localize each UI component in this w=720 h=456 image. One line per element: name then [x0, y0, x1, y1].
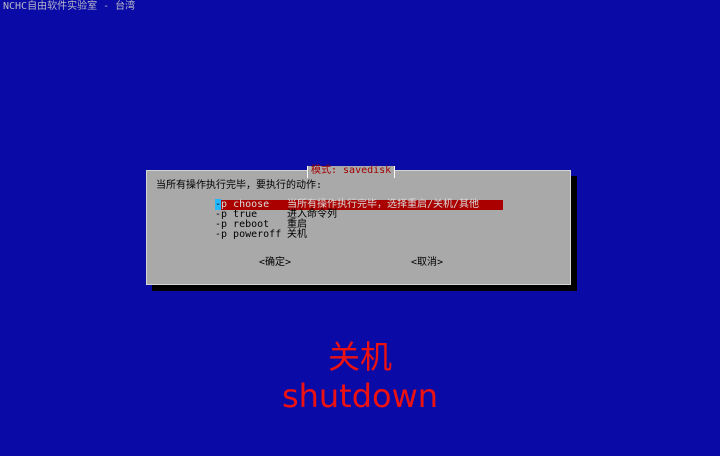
menu-item-choose[interactable]: -p choose 当所有操作执行完毕，选择重启/关机/其他 [215, 199, 503, 210]
overlay-caption-chinese: 关机 [327, 338, 392, 376]
menu-item-poweroff[interactable]: -p poweroff 关机 [215, 230, 503, 240]
cancel-button[interactable]: <取消> [411, 257, 443, 269]
action-menu: -p choose 当所有操作执行完毕，选择重启/关机/其他 -p true 进… [215, 199, 503, 240]
menu-item-description: 关机 [287, 229, 307, 240]
overlay-caption-english: shutdown [281, 377, 439, 415]
action-dialog: 模式: savedisk 当所有操作执行完毕，要执行的动作: -p choose… [146, 166, 571, 285]
menu-item-tag: -p poweroff [215, 229, 282, 240]
window-title: NCHC自由软件实验室 - 台湾 [3, 1, 136, 12]
dialog-prompt: 当所有操作执行完毕，要执行的动作: [156, 180, 323, 191]
dialog-title: 模式: savedisk [307, 166, 396, 178]
ok-button[interactable]: <确定> [259, 257, 291, 269]
